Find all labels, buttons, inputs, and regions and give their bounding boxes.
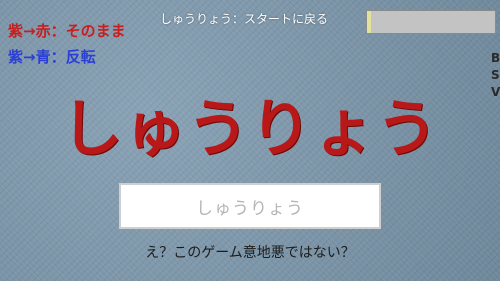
red-rule-hint: 紫→赤：そのまま — [8, 22, 126, 40]
side-letter: B — [491, 51, 500, 65]
answer-button[interactable]: しゅうりょう — [119, 183, 381, 229]
meter-bar — [366, 10, 496, 34]
main-word: しゅうりょう — [60, 92, 439, 165]
meter-bar-fill — [367, 11, 371, 33]
blue-rule-hint: 紫→青：反転 — [8, 48, 96, 66]
footer-caption: え？このゲーム意地悪ではない？ — [145, 245, 355, 261]
end-return-to-start-caption: しゅうりょう：スタートに戻る — [160, 12, 329, 26]
